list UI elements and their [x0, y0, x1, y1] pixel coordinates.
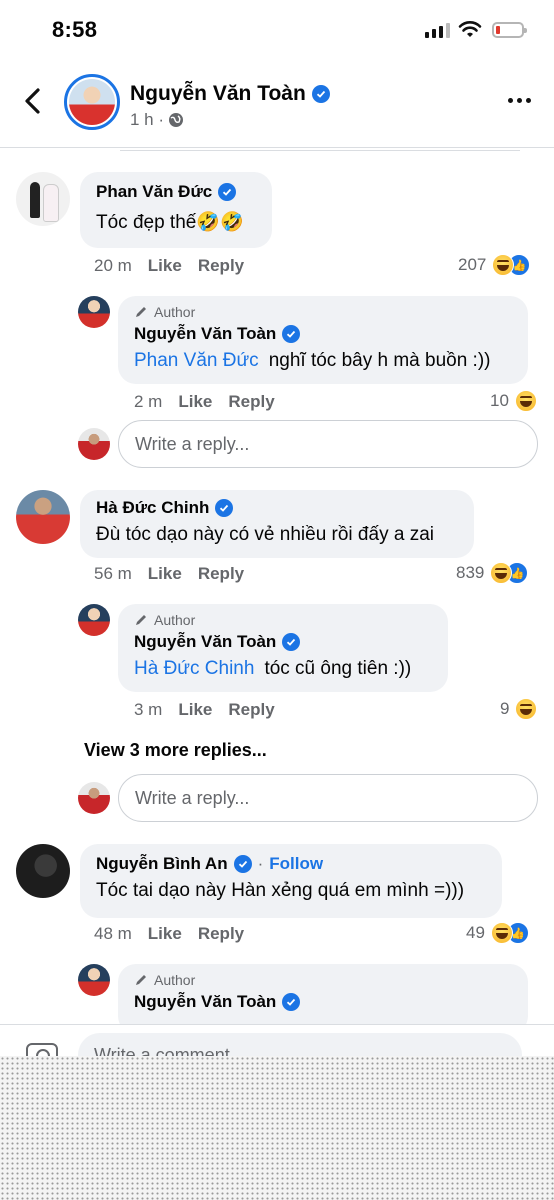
- battery-icon: [492, 22, 527, 38]
- reply-avatar[interactable]: [78, 296, 110, 328]
- reaction-count: 9: [500, 699, 510, 718]
- commenter-avatar[interactable]: [16, 490, 70, 544]
- comment-text: Tóc đẹp thế🤣🤣: [96, 212, 244, 233]
- commenter-name[interactable]: Phan Văn Đức: [96, 182, 256, 202]
- comment-time: 20 m: [94, 256, 132, 275]
- reply-button[interactable]: Reply: [228, 700, 274, 720]
- mention-link[interactable]: Hà Đức Chinh: [134, 658, 254, 679]
- reaction-summary[interactable]: 10: [490, 390, 537, 412]
- write-reply-input[interactable]: Write a reply...: [118, 774, 538, 822]
- reply-bubble[interactable]: Author Nguyễn Văn Toàn Phan Văn Đức nghĩ …: [118, 296, 528, 384]
- author-badge: Author: [134, 304, 512, 320]
- reaction-count: 10: [490, 391, 509, 410]
- my-avatar: [78, 782, 110, 814]
- commenter-name[interactable]: Nguyễn Bình An · Follow: [96, 854, 486, 874]
- post-header: Nguyễn Văn Toàn 1 h ·: [0, 66, 554, 148]
- haha-icon: [514, 390, 537, 412]
- reply-actions: 3 m Like Reply: [134, 700, 275, 720]
- comment-text: Đù tóc dạo này có vẻ nhiều rồi đấy a zai: [96, 524, 434, 545]
- status-time: 8:58: [52, 17, 98, 42]
- reply-button[interactable]: Reply: [228, 392, 274, 412]
- comment-actions: 56 m Like Reply: [94, 564, 244, 584]
- comment-time: 56 m: [94, 564, 132, 583]
- haha-icon: [515, 698, 538, 720]
- like-button[interactable]: Like: [178, 700, 212, 720]
- author-badge: Author: [134, 612, 432, 628]
- haha-icon: [490, 922, 513, 944]
- globe-icon: [169, 113, 184, 127]
- comment-actions: 48 m Like Reply: [94, 924, 244, 944]
- like-button[interactable]: Like: [178, 392, 212, 412]
- reaction-count: 49: [466, 923, 485, 942]
- reaction-count: 839: [456, 563, 485, 582]
- signal-icon: [425, 22, 450, 38]
- author-name[interactable]: Nguyễn Văn Toàn: [130, 82, 330, 106]
- reply-bubble[interactable]: Author Nguyễn Văn Toàn Hà Đức Chinh tóc c…: [118, 604, 448, 692]
- wifi-icon: [458, 21, 482, 37]
- reply-time: 2 m: [134, 392, 163, 411]
- reply-avatar[interactable]: [78, 964, 110, 996]
- back-icon[interactable]: [18, 86, 48, 116]
- verified-icon: [218, 183, 237, 201]
- verified-icon: [282, 993, 301, 1011]
- reply-button[interactable]: Reply: [198, 564, 244, 584]
- commenter-avatar[interactable]: [16, 844, 70, 898]
- pencil-icon: [136, 307, 146, 317]
- comment-bubble[interactable]: Hà Đức Chinh Đù tóc dạo này có vẻ nhiều …: [80, 490, 474, 558]
- reply-button[interactable]: Reply: [198, 256, 244, 276]
- comment-text: Tóc tai dạo này Hàn xẻng quá em mình =))…: [96, 880, 465, 901]
- reaction-summary[interactable]: 207 👍: [458, 254, 531, 276]
- reply-time: 3 m: [134, 700, 163, 719]
- verified-icon: [215, 499, 234, 517]
- reply-actions: 2 m Like Reply: [134, 392, 275, 412]
- mention-link[interactable]: Phan Văn Đức: [134, 350, 259, 371]
- reply-author-name[interactable]: Nguyễn Văn Toàn: [134, 632, 432, 652]
- like-button[interactable]: Like: [148, 924, 182, 944]
- obscured-area: [0, 1056, 554, 1200]
- reply-avatar[interactable]: [78, 604, 110, 636]
- comment-bubble[interactable]: Phan Văn Đức Tóc đẹp thế🤣🤣: [80, 172, 272, 248]
- divider: [120, 150, 520, 151]
- status-bar: 8:58: [0, 0, 554, 60]
- comment-time: 48 m: [94, 924, 132, 943]
- pencil-icon: [136, 615, 146, 625]
- reaction-summary[interactable]: 839 👍: [456, 562, 529, 584]
- reaction-count: 207: [458, 255, 487, 274]
- reply-author-name[interactable]: Nguyễn Văn Toàn: [134, 324, 512, 344]
- commenter-avatar[interactable]: [16, 172, 70, 226]
- author-avatar[interactable]: [64, 74, 120, 130]
- pencil-icon: [136, 975, 146, 985]
- reply-button[interactable]: Reply: [198, 924, 244, 944]
- like-button[interactable]: Like: [148, 256, 182, 276]
- view-more-replies-link[interactable]: View 3 more replies...: [84, 740, 267, 761]
- author-badge: Author: [134, 972, 512, 988]
- post-time: 1 h ·: [130, 110, 184, 130]
- like-button[interactable]: Like: [148, 564, 182, 584]
- comment-actions: 20 m Like Reply: [94, 256, 244, 276]
- follow-button[interactable]: Follow: [269, 854, 323, 874]
- reply-text: Phan Văn Đức nghĩ tóc bây h mà buồn :)): [134, 350, 491, 371]
- reply-author-name[interactable]: Nguyễn Văn Toàn: [134, 992, 512, 1012]
- reaction-summary[interactable]: 49 👍: [466, 922, 529, 944]
- my-avatar: [78, 428, 110, 460]
- comment-bubble[interactable]: Nguyễn Bình An · Follow Tóc tai dạo này …: [80, 844, 502, 918]
- reply-text: Hà Đức Chinh tóc cũ ông tiên :)): [134, 658, 412, 679]
- write-reply-input[interactable]: Write a reply...: [118, 420, 538, 468]
- verified-icon: [282, 633, 301, 651]
- reaction-summary[interactable]: 9: [500, 698, 538, 720]
- verified-icon: [282, 325, 301, 343]
- verified-icon: [311, 85, 330, 103]
- commenter-name[interactable]: Hà Đức Chinh: [96, 498, 458, 518]
- verified-icon: [233, 855, 252, 873]
- more-options-icon[interactable]: [508, 98, 531, 103]
